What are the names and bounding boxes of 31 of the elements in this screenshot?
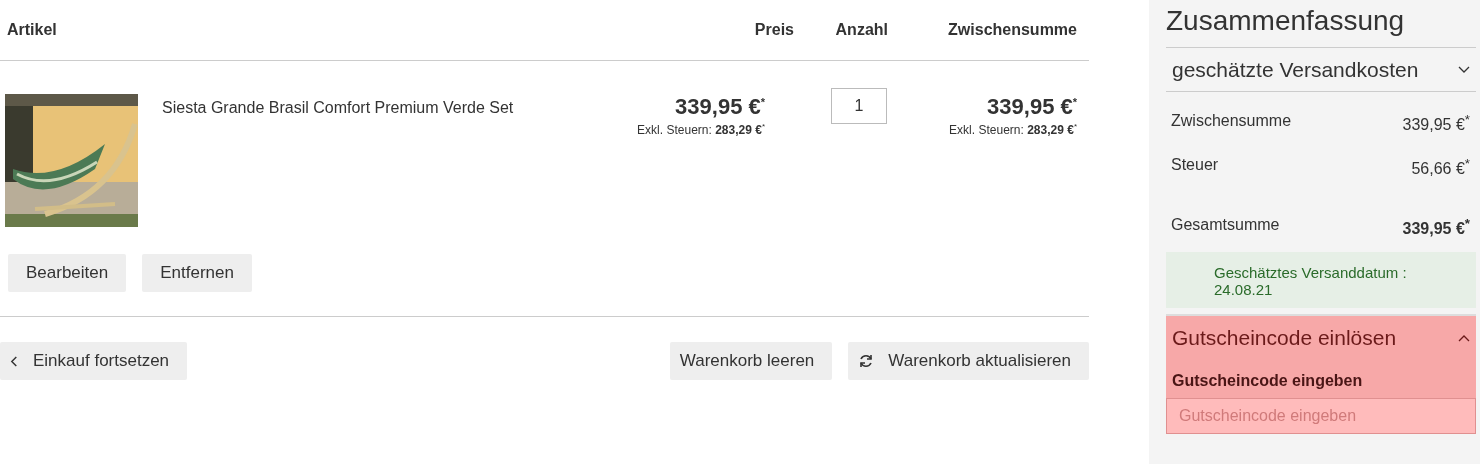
shipping-toggle[interactable]: geschätzte Versandkosten (1166, 48, 1476, 92)
column-header: Zwischensumme (947, 21, 1077, 39)
coupon-code-field[interactable]: Gutscheincode eingeben (1166, 398, 1476, 434)
field-label: Gutscheincode eingeben (1172, 372, 1364, 390)
total-value: 339,95 €$^{*}$ (1402, 112, 1470, 136)
price: 339,95 €$^{*}$ (675, 94, 765, 120)
coupon-toggle[interactable]: Gutscheincode einlösen (1166, 318, 1476, 358)
refresh-icon (858, 353, 875, 369)
subtotal-excl-tax: Exkl. Steuern: 283,29 €$^{*}$ (949, 122, 1077, 137)
chevron-icon (1458, 65, 1470, 74)
column-header: Artikel (7, 21, 58, 39)
total-value: 56,66 €$^{*}$ (1411, 156, 1470, 180)
total-label: Zwischensumme (1171, 112, 1292, 131)
total-label: Gesamtsumme (1171, 216, 1280, 235)
continue-shopping-button[interactable]: Einkauf fortsetzen (0, 342, 188, 380)
item-action-button[interactable]: Bearbeiten (8, 254, 127, 292)
column-header: Anzahl (834, 21, 888, 39)
product-name[interactable]: Siesta Grande Brasil Comfort Premium Verde Set (162, 99, 565, 117)
total-label: Steuer (1171, 156, 1219, 175)
price-excl-tax: Exkl. Steuern: 283,29 €$^{*}$ (637, 122, 765, 137)
item-action-button[interactable]: Entfernen (142, 254, 252, 292)
column-header: Preis (753, 21, 794, 39)
clear-cart-button[interactable]: Warenkorb leeren (669, 342, 833, 380)
shipping-date-notice: Geschätztes Versanddatum : 24.08.21 (1166, 252, 1476, 308)
chevron-left-icon (10, 354, 19, 368)
subtotal: 339,95 €$^{*}$ (987, 94, 1077, 120)
summary-title: Zusammenfassung (1166, 0, 1476, 48)
chevron-icon (1458, 334, 1470, 342)
update-cart-button[interactable]: Warenkorb aktualisieren (848, 342, 1089, 380)
total-value: 339,95 €$^{*}$ (1402, 216, 1470, 240)
quantity-field[interactable]: 1 (831, 88, 887, 124)
